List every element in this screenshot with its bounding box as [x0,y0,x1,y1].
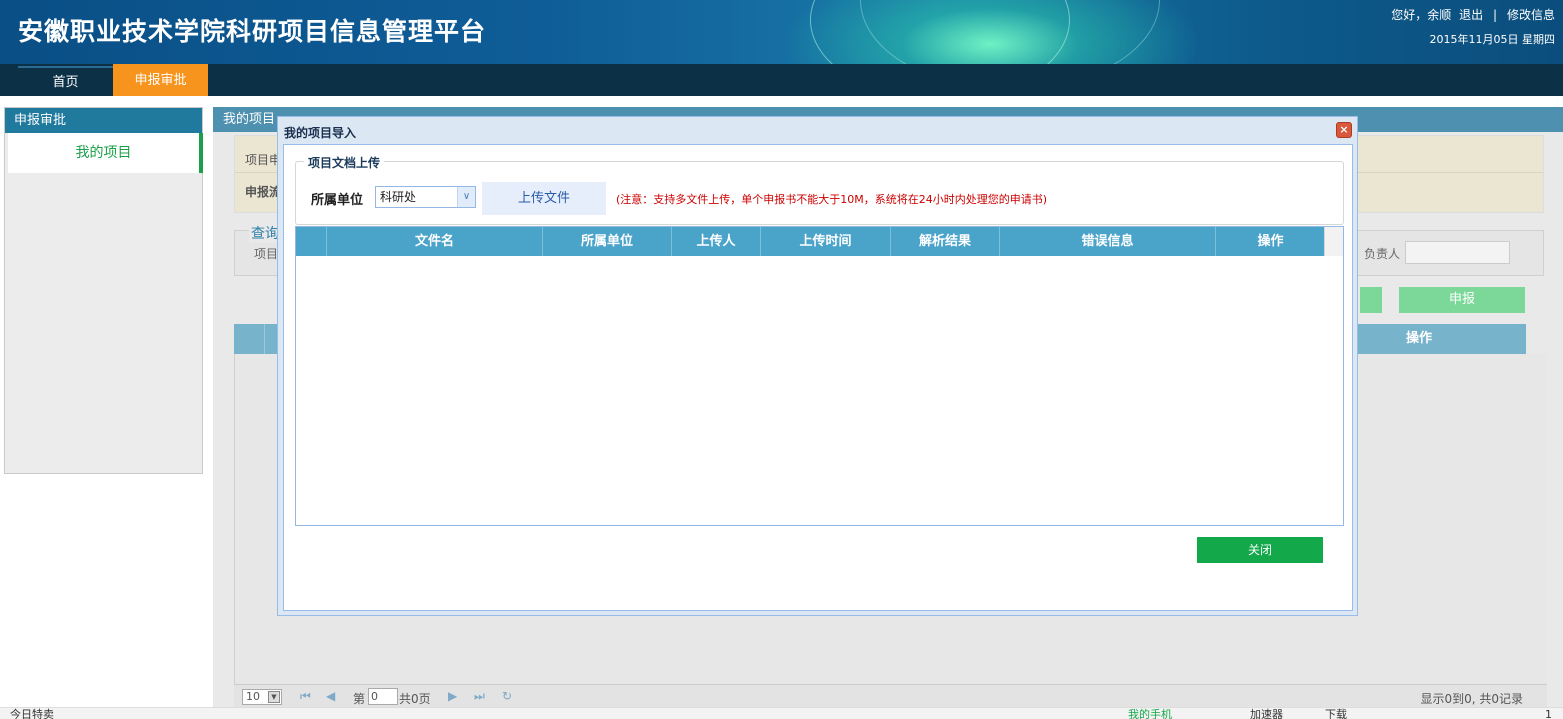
next-page-icon[interactable]: ▶ [448,689,457,703]
owner-input[interactable] [1405,241,1510,264]
upload-grid-header: 文件名 所属单位 上传人 上传时间 解析结果 错误信息 操作 [296,227,1325,256]
column-header-upload-time: 上传时间 [760,227,890,256]
declare-button[interactable]: 申报 [1399,287,1525,313]
unit-select-value: 科研处 [380,190,417,204]
unit-label: 所属单位 [311,193,364,208]
refresh-icon[interactable]: ↻ [502,689,512,703]
upload-fieldset-legend: 项目文档上传 [304,154,385,171]
app-header: 安徽职业技术学院科研项目信息管理平台 您好，余顺 退出 | 修改信息 2015年1… [0,0,1563,64]
grid-column-divider [264,324,265,354]
pager-summary: 显示0到0, 共0记录 [1420,692,1523,706]
current-date: 2015年11月05日 星期四 [1429,33,1556,46]
query-button[interactable] [1360,287,1382,313]
status-item-accelerator[interactable]: 加速器 [1250,708,1283,719]
close-icon[interactable]: × [1336,122,1352,138]
prev-page-icon[interactable]: ◀ [326,689,335,703]
owner-label: 负责人 [1364,247,1401,261]
info-line-2: 申报流 [245,185,282,199]
chevron-down-icon: ▼ [268,691,280,703]
upload-note: (注意：支持多文件上传，单个申报书不能大于10M，系统将在24小时内处理您的申请… [616,193,1048,206]
header-decoration-arc [860,0,1160,64]
status-item-phone[interactable]: 我的手机 [1128,708,1172,719]
status-item-zoom[interactable]: 1 [1545,708,1552,719]
tab-home[interactable]: 首页 [18,66,113,96]
column-header-parse-result: 解析结果 [890,227,999,256]
app-title: 安徽职业技术学院科研项目信息管理平台 [18,17,487,46]
page-size-value: 10 [246,690,260,703]
upload-fieldset: 项目文档上传 所属单位 科研处 ∨ 上传文件 (注意：支持多文件上传，单个申报书… [295,154,1344,225]
browser-status-bar: 今日特卖 我的手机 加速器 下载 1 [0,707,1563,719]
tab-declare-approve[interactable]: 申报审批 [113,64,208,96]
page-prefix: 第 [353,692,366,706]
grid-header-operation: 操作 [1348,324,1489,354]
pager: 10 ▼ ⏮ ◀ 第 0 共0页 ▶ ⏭ ↻ 显示0到0, 共0记录 [234,684,1547,707]
column-header-uploader: 上传人 [671,227,760,256]
column-header-unit: 所属单位 [542,227,671,256]
sidebar-item-my-projects[interactable]: 我的项目 [8,133,203,173]
edit-info-link[interactable]: 修改信息 [1507,8,1555,22]
logout-link[interactable]: 退出 [1459,8,1483,22]
column-header-operation: 操作 [1215,227,1325,256]
page-total: 共0页 [399,692,431,706]
column-header-filename: 文件名 [326,227,542,256]
grid-scrollbar[interactable] [1324,227,1343,256]
unit-select[interactable]: 科研处 ∨ [375,186,476,208]
info-line-1: 项目申 [245,153,282,167]
greeting-text: 您好，余顺 [1391,8,1452,22]
chevron-down-icon: ∨ [457,187,475,207]
main-nav: 首页 申报审批 [0,64,1563,96]
dialog-body: 项目文档上传 所属单位 科研处 ∨ 上传文件 (注意：支持多文件上传，单个申报书… [283,144,1353,611]
status-item-download[interactable]: 下载 [1325,708,1347,719]
page-number-input[interactable]: 0 [368,688,398,705]
sidebar-title: 申报审批 [5,108,202,133]
upload-file-button[interactable]: 上传文件 [482,182,606,215]
first-page-icon[interactable]: ⏮ [300,689,311,704]
import-dialog: 我的项目导入 × 项目文档上传 所属单位 科研处 ∨ 上传文件 (注意：支持多文… [277,116,1358,616]
status-item-deals[interactable]: 今日特卖 [10,708,54,719]
page-size-select[interactable]: 10 ▼ [242,689,282,705]
column-header-error-info: 错误信息 [999,227,1215,256]
sidebar: 申报审批 我的项目 [4,107,203,474]
close-button[interactable]: 关闭 [1197,537,1323,563]
query-field-label: 项目 [254,247,279,261]
user-bar-separator: | [1492,8,1497,22]
upload-file-grid: 文件名 所属单位 上传人 上传时间 解析结果 错误信息 操作 [295,226,1344,526]
dialog-title: 我的项目导入 [284,126,357,140]
last-page-icon[interactable]: ⏭ [474,689,485,704]
user-bar: 您好，余顺 退出 | 修改信息 [1387,6,1555,23]
